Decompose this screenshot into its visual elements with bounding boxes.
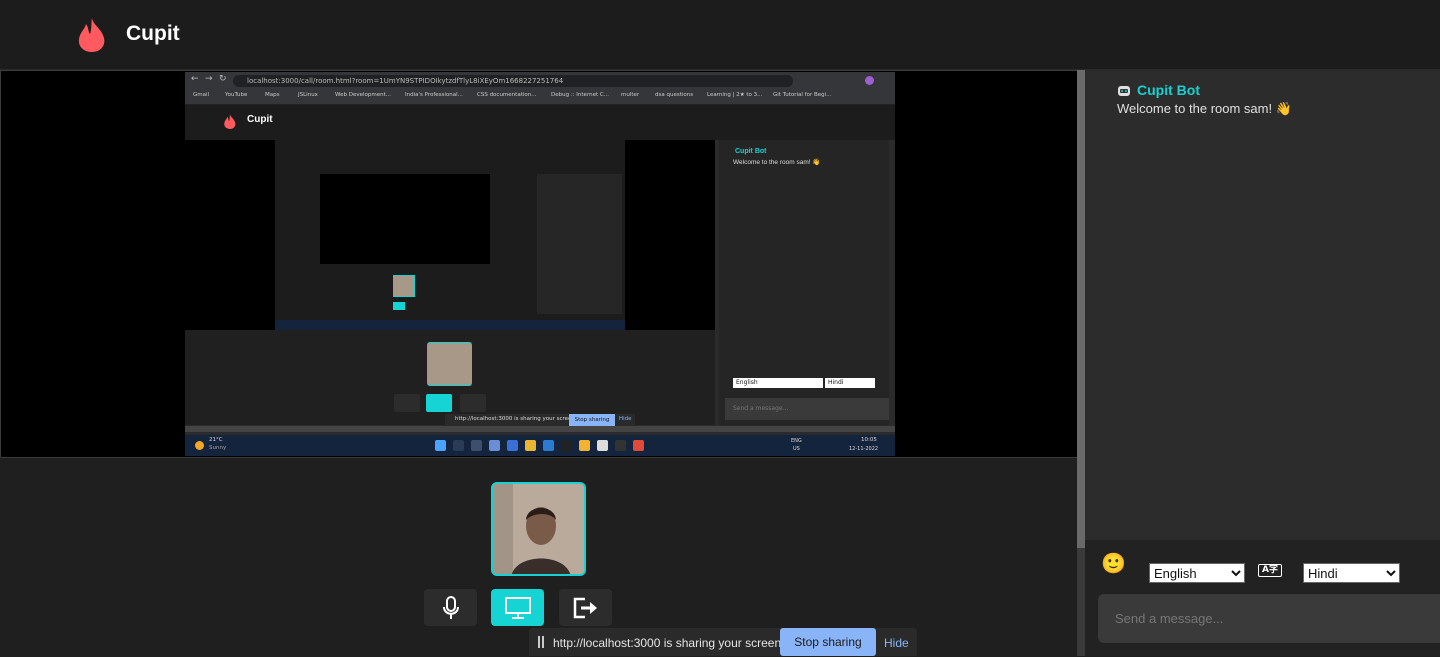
monitor-icon bbox=[504, 596, 531, 619]
windows-start-icon bbox=[435, 440, 446, 451]
nested-taskbar bbox=[275, 320, 625, 330]
chat-panel: Cupit Bot Welcome to the room sam! 👋 bbox=[1085, 70, 1440, 540]
bookmark-item: Maps bbox=[265, 92, 280, 98]
lower-scrollbar[interactable] bbox=[1077, 548, 1085, 656]
weather-temp: 21°C bbox=[209, 437, 223, 443]
nested-chat-block bbox=[537, 174, 622, 314]
source-language-select[interactable]: English bbox=[1149, 563, 1245, 583]
clock-time: 10:05 bbox=[861, 437, 877, 443]
back-icon: ← bbox=[191, 74, 199, 84]
screen-sharing-notification: http://localhost:3000 is sharing your sc… bbox=[529, 628, 917, 656]
inner-self-video bbox=[427, 342, 472, 386]
pause-icon bbox=[538, 636, 544, 648]
bot-message-text: Welcome to the room sam! 👋 bbox=[1117, 101, 1292, 116]
bookmark-item: dsa questions bbox=[655, 92, 694, 98]
nested-capture-block bbox=[320, 174, 490, 264]
local-video-tile bbox=[491, 482, 586, 576]
inner-horizontal-scrollbar bbox=[185, 426, 895, 432]
inner-from-lang: English bbox=[733, 378, 823, 388]
brand-name: Cupit bbox=[126, 22, 180, 45]
chrome-icon bbox=[525, 440, 536, 451]
nested-screen-capture bbox=[275, 140, 625, 330]
user-camera-feed bbox=[493, 484, 584, 574]
mic-button[interactable] bbox=[424, 589, 477, 626]
screen-share-stage: ← → ↻ localhost:3000/call/room.html?room… bbox=[0, 70, 1078, 458]
robot-icon bbox=[1118, 86, 1130, 96]
inner-stop-button: Stop sharing bbox=[569, 414, 615, 426]
inner-bot-name: Cupit Bot bbox=[735, 148, 767, 155]
weather-desc: Sunny bbox=[209, 445, 227, 451]
app-icon bbox=[633, 440, 644, 451]
file-explorer-icon bbox=[579, 440, 590, 451]
emoji-picker-button[interactable]: 🙂 bbox=[1101, 551, 1126, 575]
profile-avatar bbox=[865, 76, 874, 85]
weather-sun-icon bbox=[195, 441, 204, 450]
sharing-status-text: http://localhost:3000 is sharing your sc… bbox=[553, 636, 785, 650]
inner-hide-button: Hide bbox=[619, 416, 632, 422]
leave-call-button[interactable] bbox=[559, 589, 612, 626]
bookmark-item: Web Development... bbox=[335, 92, 392, 98]
exit-icon bbox=[573, 597, 597, 618]
inner-share-bar: http://localhost:3000 is sharing your sc… bbox=[445, 414, 635, 426]
bookmark-item: Gmail bbox=[193, 92, 210, 98]
inner-taskbar: 21°C Sunny ENG US 10:05 12-11-2022 bbox=[185, 435, 895, 456]
screen-share-button[interactable] bbox=[491, 589, 544, 626]
inner-chat-panel: Cupit Bot Welcome to the room sam! 👋 Eng… bbox=[719, 140, 889, 425]
bookmarks-bar: Gmail YouTube Maps JSLinux Web Developme… bbox=[185, 90, 895, 105]
inner-flame-icon bbox=[224, 114, 236, 129]
inner-leave-button bbox=[460, 394, 486, 412]
bookmark-item: India's Professional... bbox=[405, 92, 463, 98]
edge-icon bbox=[507, 440, 518, 451]
inner-controls-area: http://localhost:3000 is sharing your sc… bbox=[185, 330, 715, 426]
main-vertical-scrollbar[interactable] bbox=[1077, 70, 1085, 548]
mic-icon bbox=[442, 595, 459, 619]
bookmark-item: Git Tutorial for Begi... bbox=[773, 92, 832, 98]
nested-screen-button bbox=[393, 302, 405, 310]
target-language-select[interactable]: Hindi bbox=[1303, 563, 1400, 583]
app-icon bbox=[597, 440, 608, 451]
task-view-icon bbox=[471, 440, 482, 451]
bot-name: Cupit Bot bbox=[1137, 82, 1200, 98]
search-icon bbox=[453, 440, 464, 451]
bookmark-item: multer bbox=[621, 92, 640, 98]
chat-app-icon bbox=[489, 440, 500, 451]
clock-date: 12-11-2022 bbox=[849, 446, 879, 452]
inner-bot-message: Welcome to the room sam! 👋 bbox=[733, 159, 821, 166]
bookmark-item: Learning | 2★ to 3... bbox=[707, 92, 763, 98]
inner-share-text: http://localhost:3000 is sharing your sc… bbox=[455, 416, 577, 422]
inner-screen-button bbox=[426, 394, 452, 412]
inner-browser-toolbar: ← → ↻ localhost:3000/call/room.html?room… bbox=[185, 72, 895, 90]
inner-stage bbox=[185, 140, 715, 330]
inner-mic-button bbox=[394, 394, 420, 412]
nested-self-thumb bbox=[393, 275, 415, 297]
terminal-icon bbox=[561, 440, 572, 451]
inner-brand-name: Cupit bbox=[247, 114, 273, 125]
bookmark-item: YouTube bbox=[225, 92, 248, 98]
scrollbar-thumb[interactable] bbox=[1077, 70, 1085, 548]
inner-app-header: Cupit bbox=[185, 105, 895, 140]
bot-message-header: Cupit Bot bbox=[1117, 82, 1200, 98]
shared-screen-view: ← → ↻ localhost:3000/call/room.html?room… bbox=[185, 72, 895, 456]
message-input[interactable] bbox=[1098, 594, 1440, 643]
bookmark-item: CSS documentation... bbox=[477, 92, 537, 98]
inner-url-bar: localhost:3000/call/room.html?room=1UmYN… bbox=[233, 75, 793, 87]
inner-message-input: Send a message... bbox=[725, 398, 889, 420]
forward-icon: → bbox=[205, 74, 213, 84]
hide-notification-button[interactable]: Hide bbox=[884, 636, 909, 650]
reload-icon: ↻ bbox=[219, 74, 227, 84]
top-bar: Cupit bbox=[0, 0, 1440, 70]
bookmark-item: JSLinux bbox=[298, 92, 318, 98]
inner-to-lang: Hindi bbox=[825, 378, 875, 388]
bookmark-item: Debug :: Internet C... bbox=[551, 92, 609, 98]
input-lang-bottom: US bbox=[793, 446, 800, 452]
flame-logo-icon bbox=[78, 18, 105, 52]
translate-icon: A字 bbox=[1258, 564, 1282, 577]
input-lang-top: ENG bbox=[791, 438, 802, 444]
vscode-icon bbox=[543, 440, 554, 451]
app-icon bbox=[615, 440, 626, 451]
stop-sharing-button[interactable]: Stop sharing bbox=[780, 628, 876, 656]
